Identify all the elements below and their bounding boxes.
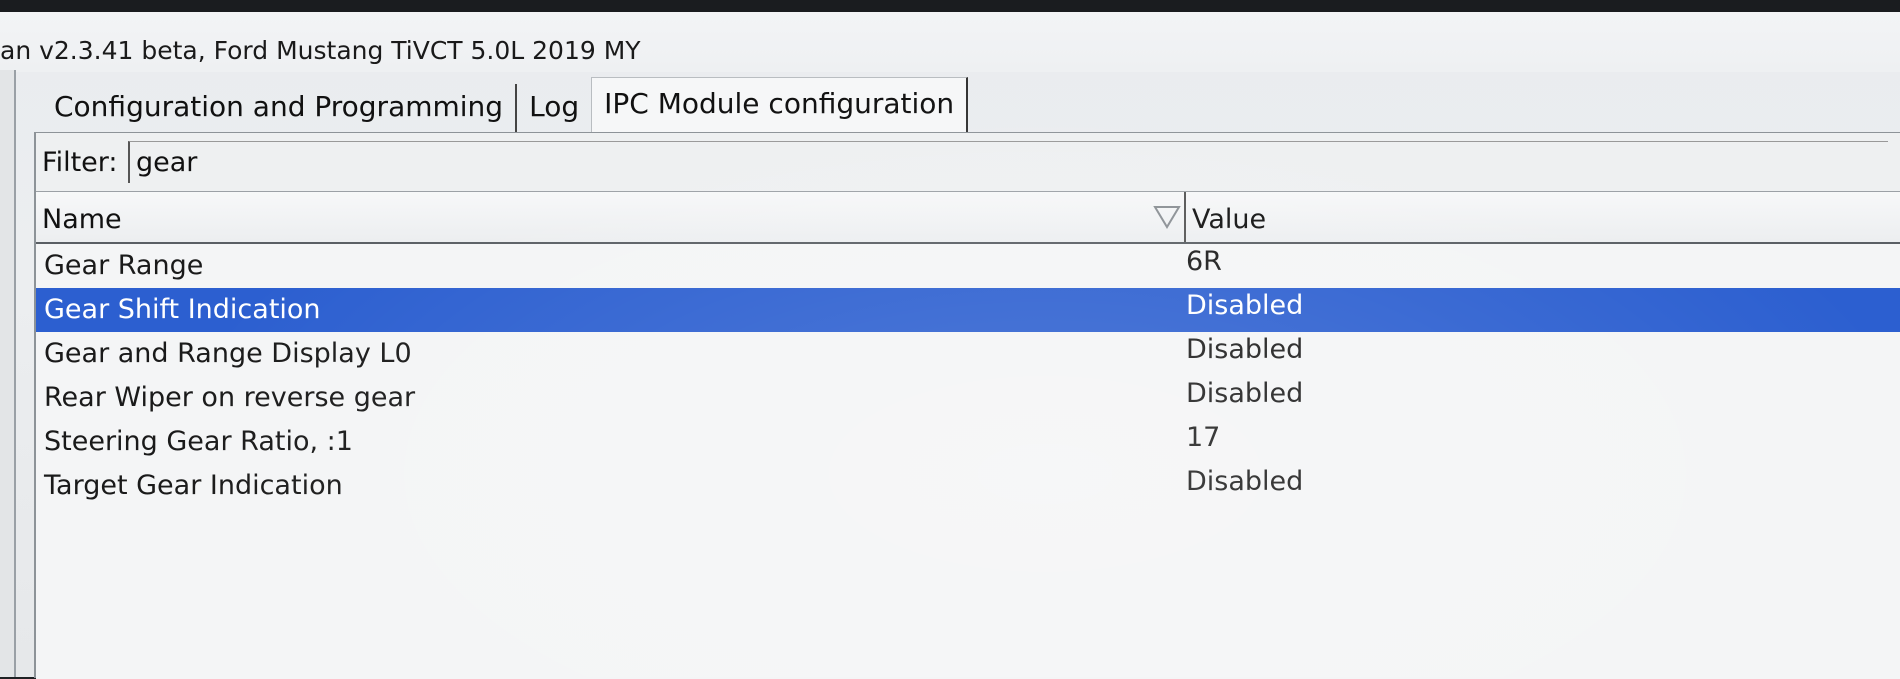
tab-configuration-and-programming[interactable]: Configuration and Programming (40, 84, 518, 132)
row-value-cell[interactable]: 6R (1186, 246, 1222, 277)
tab-strip: Configuration and Programming Log IPC Mo… (40, 77, 969, 132)
row-value-cell[interactable]: Disabled (1186, 378, 1303, 409)
row-value-cell[interactable]: Disabled (1186, 334, 1303, 365)
filter-input[interactable] (128, 141, 1888, 183)
left-frame-border (0, 70, 16, 677)
column-separator[interactable] (1184, 192, 1186, 242)
table-row[interactable]: Target Gear Indication Disabled (36, 464, 1900, 508)
row-name-cell: Gear Range (44, 250, 204, 281)
table-row[interactable]: Steering Gear Ratio, :1 17 (36, 420, 1900, 464)
tab-log[interactable]: Log (517, 84, 591, 132)
title-bar: an v2.3.41 beta, Ford Mustang TiVCT 5.0L… (0, 12, 1900, 72)
row-name-cell: Gear Shift Indication (44, 294, 321, 325)
screen-top-bezel (0, 0, 1900, 12)
row-value-cell[interactable]: 17 (1186, 422, 1220, 453)
row-name-cell: Target Gear Indication (44, 470, 343, 501)
row-name-cell: Gear and Range Display L0 (44, 338, 412, 369)
grid-rows: Gear Range 6R Gear Shift Indication Disa… (36, 244, 1900, 508)
row-value-cell[interactable]: Disabled (1186, 290, 1303, 321)
grid-header: Name Value (36, 192, 1900, 244)
ipc-config-panel: Filter: Name Value Gear Range 6R Gear Sh… (34, 132, 1900, 679)
tab-ipc-module-configuration[interactable]: IPC Module configuration (591, 77, 969, 132)
filter-row: Filter: (36, 133, 1900, 191)
column-header-value[interactable]: Value (1192, 204, 1266, 235)
table-row-selected[interactable]: Gear Shift Indication Disabled (36, 288, 1900, 332)
table-row[interactable]: Rear Wiper on reverse gear Disabled (36, 376, 1900, 420)
table-row[interactable]: Gear Range 6R (36, 244, 1900, 288)
parameters-grid: Name Value Gear Range 6R Gear Shift Indi… (36, 191, 1900, 679)
filter-label: Filter: (42, 147, 118, 178)
column-header-name[interactable]: Name (42, 204, 122, 235)
row-value-cell[interactable]: Disabled (1186, 466, 1303, 497)
row-name-cell: Rear Wiper on reverse gear (44, 382, 416, 413)
row-name-cell: Steering Gear Ratio, :1 (44, 426, 353, 457)
sort-filter-icon[interactable] (1152, 204, 1182, 230)
window-title: an v2.3.41 beta, Ford Mustang TiVCT 5.0L… (0, 36, 641, 65)
table-row[interactable]: Gear and Range Display L0 Disabled (36, 332, 1900, 376)
